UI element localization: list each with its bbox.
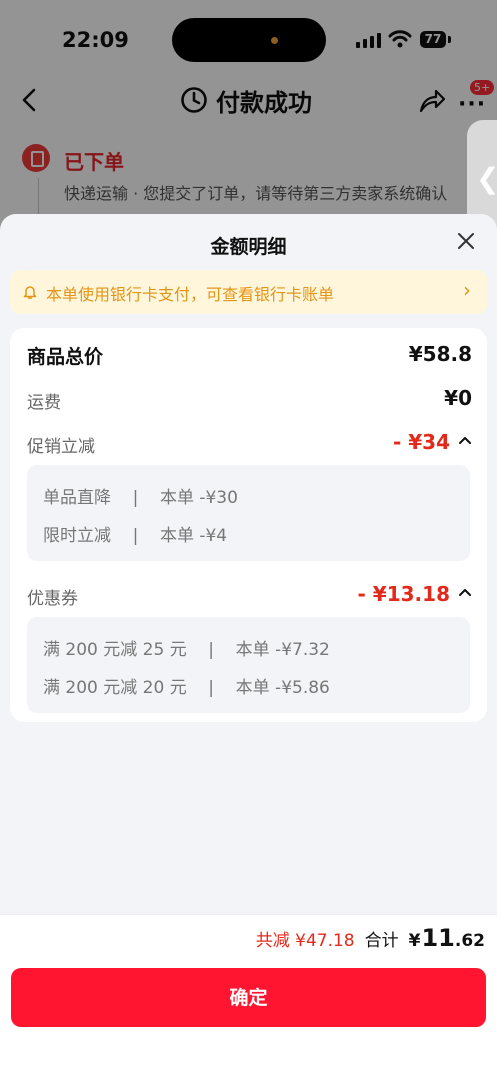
amount-detail-sheet: 金额明细 本单使用银行卡支付，可查看银行卡账单 › 商品总价 ¥58.8 运费 …: [0, 214, 497, 1080]
promo-detail-item: 限时立减 | 本单 -¥4: [43, 526, 228, 546]
confirm-button[interactable]: 确定: [11, 968, 486, 1027]
total-amount-decimal: .62: [454, 931, 485, 951]
notice-text: 本单使用银行卡支付，可查看银行卡账单: [46, 285, 335, 304]
total-amount-integer: 11: [421, 924, 455, 952]
sheet-footer: 共减 ¥47.18 合计 ¥ 11 .62 确定: [0, 914, 497, 1080]
payment-summary: 共减 ¥47.18 合计 ¥ 11 .62: [256, 924, 485, 952]
amount-breakdown-card: 商品总价 ¥58.8 运费 ¥0 促销立减 - ¥34 单品直降 | 本单 -¥…: [10, 328, 487, 722]
shipping-row: 运费 ¥0: [27, 384, 472, 413]
close-icon[interactable]: [456, 231, 476, 251]
chevron-right-icon: ›: [463, 278, 471, 302]
coupon-row[interactable]: 优惠券 - ¥13.18: [27, 580, 472, 609]
bell-icon: [23, 286, 37, 299]
total-label: 合计: [364, 931, 399, 951]
shipping-label: 运费: [27, 393, 61, 413]
chevron-left-icon: ❮: [476, 162, 497, 195]
goods-total-label: 商品总价: [27, 346, 104, 368]
chevron-up-icon[interactable]: [458, 434, 472, 446]
coupon-detail-box: 满 200 元减 25 元 | 本单 -¥7.32 满 200 元减 20 元 …: [27, 617, 470, 713]
promo-detail-item: 单品直降 | 本单 -¥30: [43, 488, 238, 508]
coupon-detail-item: 满 200 元减 25 元 | 本单 -¥7.32: [43, 640, 330, 660]
coupon-value: - ¥13.18: [357, 582, 450, 606]
total-saved: 共减 ¥47.18: [255, 931, 355, 951]
sheet-title: 金额明细: [210, 236, 287, 258]
promo-row[interactable]: 促销立减 - ¥34: [27, 428, 472, 457]
shipping-value: ¥0: [444, 386, 472, 410]
coupon-detail-item: 满 200 元减 20 元 | 本单 -¥5.86: [43, 678, 330, 698]
goods-total-row: 商品总价 ¥58.8: [27, 340, 472, 368]
bank-card-notice[interactable]: 本单使用银行卡支付，可查看银行卡账单 ›: [10, 270, 487, 314]
total-currency: ¥: [408, 931, 421, 951]
divider: [0, 914, 497, 915]
goods-total-value: ¥58.8: [408, 342, 472, 366]
coupon-label: 优惠券: [27, 589, 78, 609]
sheet-header: 金额明细: [0, 214, 497, 272]
promo-value: - ¥34: [392, 430, 450, 454]
chevron-up-icon[interactable]: [458, 586, 472, 598]
promo-detail-box: 单品直降 | 本单 -¥30 限时立减 | 本单 -¥4: [27, 465, 470, 561]
promo-label: 促销立减: [27, 437, 95, 457]
